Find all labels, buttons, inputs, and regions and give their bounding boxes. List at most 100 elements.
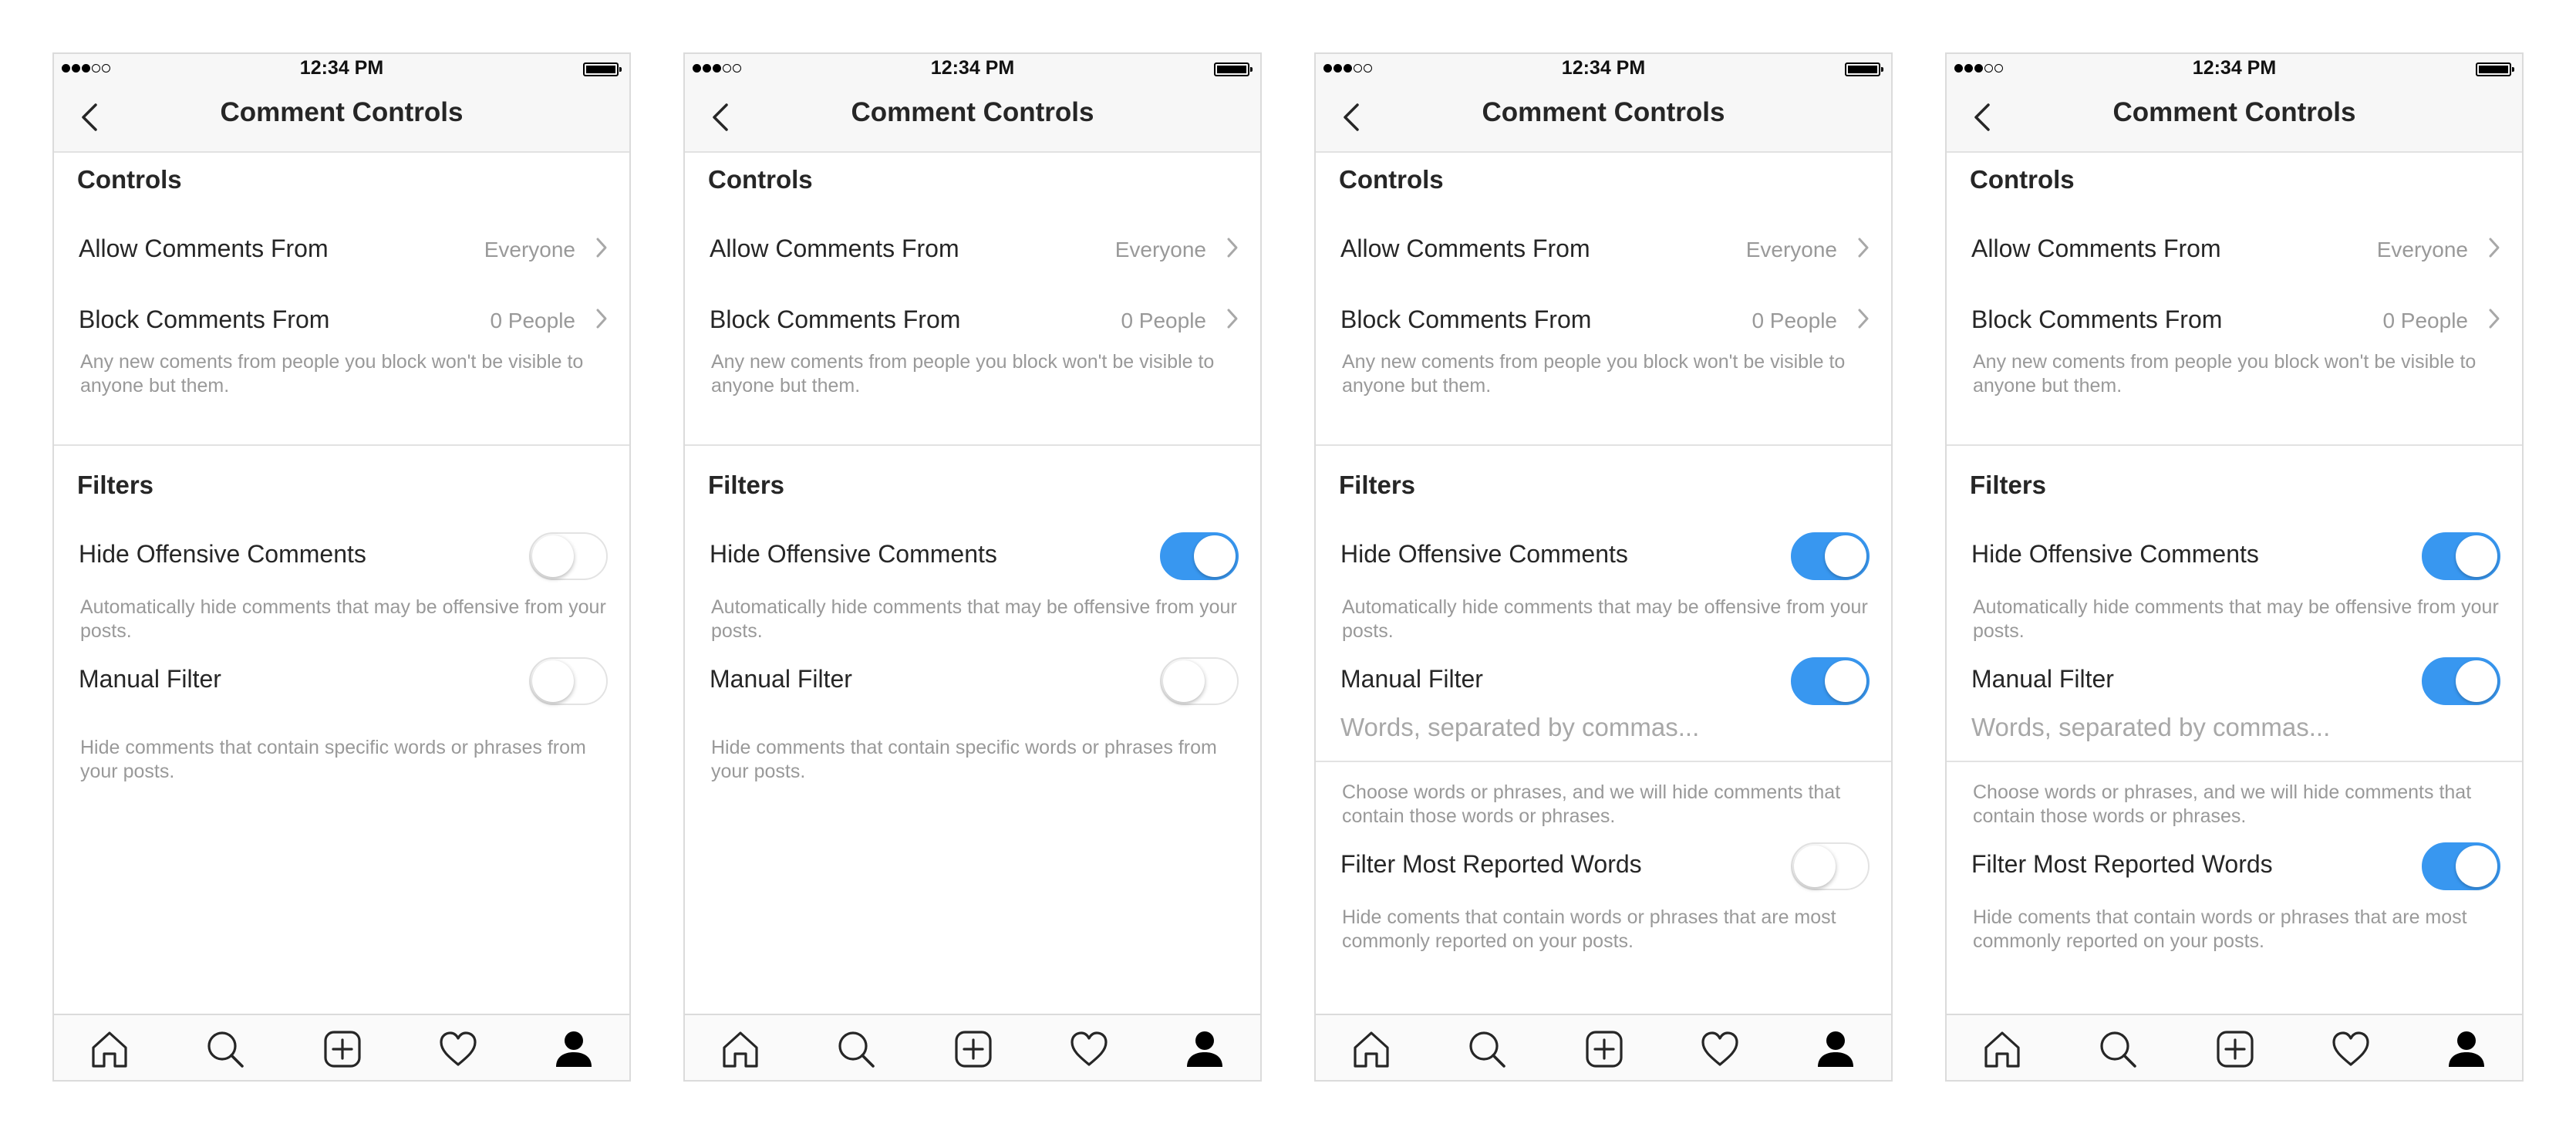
block-comments-label: Block Comments From bbox=[1340, 305, 1592, 333]
chevron-right-icon bbox=[1858, 309, 1869, 329]
filter-words-input[interactable]: Words, separated by commas... bbox=[1971, 713, 2330, 742]
add-post-icon[interactable] bbox=[953, 1029, 993, 1069]
activity-heart-icon[interactable] bbox=[2331, 1029, 2371, 1069]
input-divider bbox=[1947, 761, 2522, 762]
allow-comments-value: Everyone bbox=[2376, 238, 2468, 262]
battery-icon bbox=[1214, 62, 1253, 76]
hide-offensive-toggle[interactable] bbox=[529, 532, 608, 580]
allow-comments-label: Allow Comments From bbox=[1971, 235, 2221, 262]
hide-offensive-description: Automatically hide comments that may be … bbox=[80, 596, 606, 642]
allow-comments-label: Allow Comments From bbox=[79, 235, 329, 262]
allow-comments-label: Allow Comments From bbox=[1340, 235, 1590, 262]
phone-screen-1: 12:34 PM Comment Controls Controls Allow… bbox=[52, 52, 631, 1082]
controls-heading: Controls bbox=[708, 165, 813, 194]
page-title: Comment Controls bbox=[2112, 97, 2356, 127]
add-post-icon[interactable] bbox=[2215, 1029, 2255, 1069]
phone-screen-4: 12:34 PM Comment Controls Controls Allow… bbox=[1945, 52, 2524, 1082]
activity-heart-icon[interactable] bbox=[1700, 1029, 1740, 1069]
filter-reported-description: Hide coments that contain words or phras… bbox=[1342, 906, 1836, 952]
status-time: 12:34 PM bbox=[930, 57, 1015, 79]
chevron-right-icon bbox=[2489, 309, 2500, 329]
profile-icon[interactable] bbox=[1185, 1029, 1225, 1069]
profile-icon[interactable] bbox=[554, 1029, 594, 1069]
chevron-right-icon bbox=[1227, 309, 1238, 329]
navigation-bar: 12:34 PM Comment Controls bbox=[54, 54, 629, 153]
manual-filter-toggle[interactable] bbox=[1791, 657, 1870, 705]
phone-screen-2: 12:34 PM Comment Controls Controls Allow… bbox=[683, 52, 1262, 1082]
bottom-tab-bar bbox=[685, 1014, 1260, 1080]
filters-heading: Filters bbox=[77, 471, 154, 499]
home-icon[interactable] bbox=[1982, 1029, 2022, 1069]
hide-offensive-toggle[interactable] bbox=[2422, 532, 2500, 580]
block-comments-label: Block Comments From bbox=[1971, 305, 2223, 333]
page-title: Comment Controls bbox=[220, 97, 464, 127]
manual-filter-toggle[interactable] bbox=[529, 657, 608, 705]
manual-filter-description: Hide comments that contain specific word… bbox=[711, 737, 1217, 782]
hide-offensive-description: Automatically hide comments that may be … bbox=[711, 596, 1237, 642]
navigation-bar: 12:34 PM Comment Controls bbox=[1947, 54, 2522, 153]
hide-offensive-label: Hide Offensive Comments bbox=[1971, 540, 2259, 568]
allow-comments-label: Allow Comments From bbox=[710, 235, 959, 262]
hide-offensive-toggle[interactable] bbox=[1791, 532, 1870, 580]
activity-heart-icon[interactable] bbox=[1069, 1029, 1109, 1069]
status-time: 12:34 PM bbox=[299, 57, 384, 79]
hide-offensive-label: Hide Offensive Comments bbox=[710, 540, 997, 568]
filter-words-description: Choose words or phrases, and we will hid… bbox=[1973, 781, 2472, 827]
battery-icon bbox=[1845, 62, 1883, 76]
controls-heading: Controls bbox=[1970, 165, 2075, 194]
profile-icon[interactable] bbox=[2446, 1029, 2487, 1069]
home-icon[interactable] bbox=[1351, 1029, 1391, 1069]
block-comments-value: 0 People bbox=[1752, 309, 1837, 332]
chevron-right-icon bbox=[1227, 238, 1238, 258]
block-comments-value: 0 People bbox=[1121, 309, 1206, 332]
home-icon[interactable] bbox=[89, 1029, 130, 1069]
block-comments-value: 0 People bbox=[490, 309, 575, 332]
manual-filter-label: Manual Filter bbox=[1971, 665, 2114, 693]
section-divider bbox=[685, 444, 1260, 446]
search-icon[interactable] bbox=[2098, 1029, 2138, 1069]
manual-filter-label: Manual Filter bbox=[1340, 665, 1483, 693]
block-comments-description: Any new coments from people you block wo… bbox=[1973, 351, 2477, 397]
status-time: 12:34 PM bbox=[2192, 57, 2277, 79]
hide-offensive-description: Automatically hide comments that may be … bbox=[1342, 596, 1868, 642]
section-divider bbox=[54, 444, 629, 446]
filter-reported-toggle[interactable] bbox=[2422, 842, 2500, 890]
hide-offensive-label: Hide Offensive Comments bbox=[1340, 540, 1628, 568]
manual-filter-toggle[interactable] bbox=[1160, 657, 1239, 705]
profile-icon[interactable] bbox=[1816, 1029, 1856, 1069]
phone-screen-3: 12:34 PM Comment Controls Controls Allow… bbox=[1314, 52, 1893, 1082]
filters-heading: Filters bbox=[1970, 471, 2047, 499]
status-bar: 12:34 PM bbox=[685, 54, 1260, 85]
hide-offensive-description: Automatically hide comments that may be … bbox=[1973, 596, 2499, 642]
add-post-icon[interactable] bbox=[322, 1029, 362, 1069]
allow-comments-value: Everyone bbox=[484, 238, 575, 262]
controls-heading: Controls bbox=[1339, 165, 1444, 194]
allow-comments-value: Everyone bbox=[1745, 238, 1837, 262]
block-comments-label: Block Comments From bbox=[79, 305, 330, 333]
bottom-tab-bar bbox=[1947, 1014, 2522, 1080]
filter-reported-toggle[interactable] bbox=[1791, 842, 1870, 890]
manual-filter-toggle[interactable] bbox=[2422, 657, 2500, 705]
block-comments-description: Any new coments from people you block wo… bbox=[80, 351, 584, 397]
status-bar: 12:34 PM bbox=[1947, 54, 2522, 85]
manual-filter-label: Manual Filter bbox=[710, 665, 852, 693]
filter-reported-label: Filter Most Reported Words bbox=[1971, 850, 2273, 878]
allow-comments-value: Everyone bbox=[1114, 238, 1206, 262]
navigation-bar: 12:34 PM Comment Controls bbox=[685, 54, 1260, 153]
filters-heading: Filters bbox=[708, 471, 785, 499]
filter-words-input[interactable]: Words, separated by commas... bbox=[1340, 713, 1699, 742]
search-icon[interactable] bbox=[205, 1029, 245, 1069]
section-divider bbox=[1947, 444, 2522, 446]
search-icon[interactable] bbox=[836, 1029, 876, 1069]
home-icon[interactable] bbox=[720, 1029, 760, 1069]
hide-offensive-toggle[interactable] bbox=[1160, 532, 1239, 580]
block-comments-label: Block Comments From bbox=[710, 305, 961, 333]
activity-heart-icon[interactable] bbox=[438, 1029, 478, 1069]
controls-heading: Controls bbox=[77, 165, 182, 194]
search-icon[interactable] bbox=[1467, 1029, 1507, 1069]
bottom-tab-bar bbox=[1316, 1014, 1891, 1080]
battery-icon bbox=[583, 62, 622, 76]
page-title: Comment Controls bbox=[851, 97, 1094, 127]
add-post-icon[interactable] bbox=[1584, 1029, 1624, 1069]
filters-heading: Filters bbox=[1339, 471, 1416, 499]
